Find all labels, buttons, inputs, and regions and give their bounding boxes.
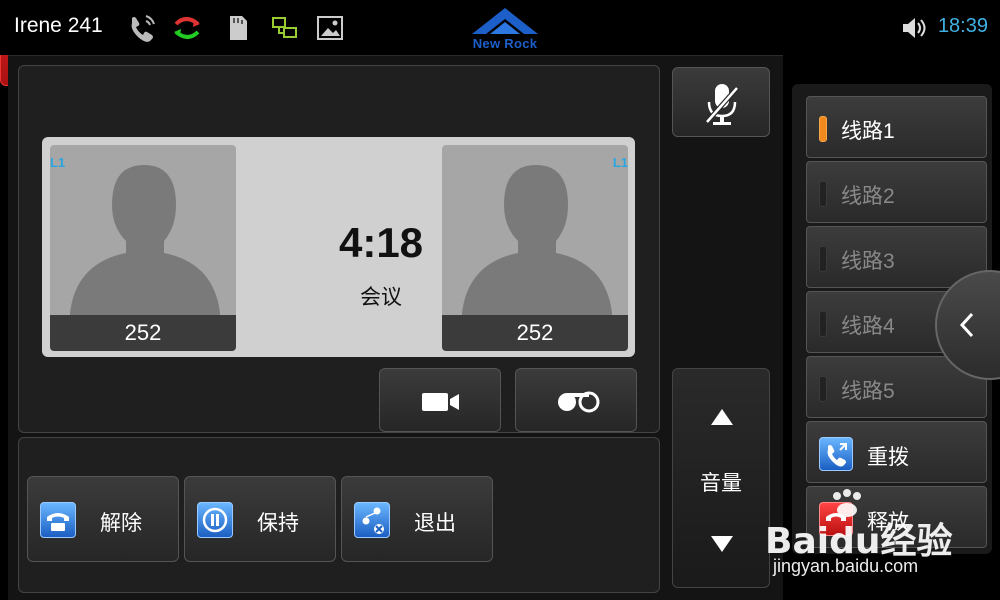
release-label: 解除 [100,512,142,535]
baidu-watermark: Baidu经验 jingyan.baidu.com [765,488,995,588]
line-indicator [819,376,827,402]
participant-name: 252 [50,315,236,351]
volume-up-arrow-icon[interactable] [710,407,734,427]
participant-name: 252 [442,315,628,351]
line-label: 线路2 [841,185,895,208]
voicemail-button[interactable] [515,368,637,432]
line-tag: L1 [612,155,628,170]
redial-icon [819,437,853,471]
clock-time: 18:39 [937,15,988,37]
line-item-1[interactable]: 线路1 [806,96,987,158]
exit-button[interactable]: 退出 [341,476,493,562]
line-indicator [819,116,827,142]
conference-area: L1 252 4:18 会议 L1 252 [42,137,635,357]
network-icon [268,12,302,44]
phone-icon [126,12,160,44]
exit-conference-icon [354,502,390,538]
pause-icon [197,502,233,538]
phone-release-icon [40,502,76,538]
logo-text: New Rock [472,36,538,51]
participant-card[interactable]: L1 252 [442,145,628,351]
line-label: 线路5 [841,380,895,403]
status-bar: Irene 241 New Rock 18:39 [0,0,1000,55]
user-extension: Irene 241 [14,14,103,37]
microphone-muted-icon [705,84,739,125]
line-tag: L1 [50,155,66,170]
video-button[interactable] [379,368,501,432]
redial-button[interactable]: 重拨 [806,421,987,483]
line-indicator [819,181,827,207]
video-camera-icon [422,393,459,411]
volume-down-arrow-icon[interactable] [710,534,734,554]
volume-control: 音量 [672,368,770,588]
line-label: 线路1 [841,120,895,143]
line-indicator [819,311,827,337]
image-icon [313,12,347,44]
line-indicator [819,246,827,272]
chevron-left-icon [959,312,974,338]
voicemail-icon [558,391,600,413]
sd-card-icon [221,12,255,44]
mute-button[interactable] [672,67,770,137]
volume-icon [898,12,930,44]
hold-label: 保持 [257,512,299,535]
line-item-2[interactable]: 线路2 [806,161,987,223]
exit-label: 退出 [414,512,456,535]
redial-label: 重拨 [867,446,909,469]
sync-icon [170,12,204,44]
watermark-url: jingyan.baidu.com [773,556,919,576]
new-rock-logo: New Rock [450,6,560,52]
participant-card[interactable]: L1 252 [50,145,236,351]
volume-label: 音量 [700,472,742,495]
line-label: 线路4 [841,315,895,338]
release-button[interactable]: 解除 [27,476,179,562]
line-label: 线路3 [841,250,895,273]
hold-button[interactable]: 保持 [184,476,336,562]
